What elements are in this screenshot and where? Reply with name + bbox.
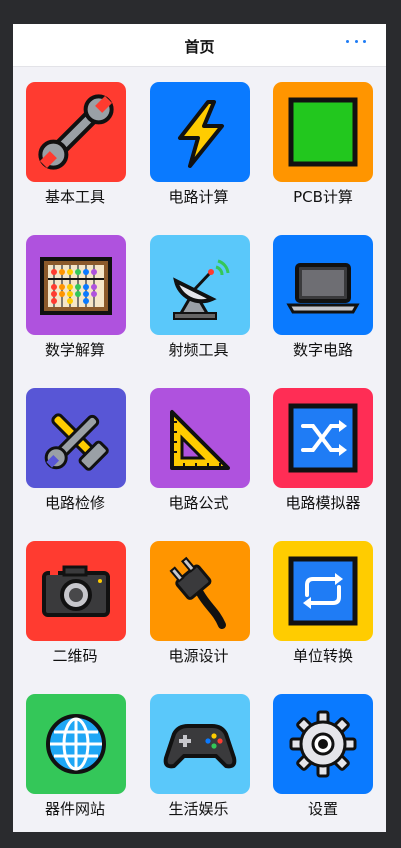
set-square-icon: [170, 410, 230, 470]
app-unit-convert[interactable]: 单位转换: [260, 541, 386, 694]
tile: [150, 694, 250, 794]
app-label: 电路公式: [168, 494, 229, 512]
app-label: 数字电路: [292, 341, 353, 359]
camera-icon: [42, 565, 110, 617]
app-label: 电源设计: [168, 647, 229, 665]
tile: [26, 541, 126, 641]
app-grid: 基本工具 电路计算 PCB计算 数学解算 射频工具 数字电路 电路检修 电路公式…: [13, 82, 386, 832]
gear-icon: [289, 710, 357, 778]
app-label: 器件网站: [44, 800, 105, 818]
square-icon: [288, 97, 358, 167]
tile: [273, 694, 373, 794]
tools-icon: [44, 413, 109, 471]
app-life-entertainment[interactable]: 生活娱乐: [137, 694, 260, 832]
app-digital-circuit[interactable]: 数字电路: [260, 235, 386, 388]
app-pcb-calc[interactable]: PCB计算: [260, 82, 386, 235]
app-label: 生活娱乐: [168, 800, 229, 818]
app-label: 数学解算: [44, 341, 105, 359]
ellipsis-icon: [346, 39, 349, 43]
app-power-design[interactable]: 电源设计: [137, 541, 260, 694]
tile: [273, 388, 373, 488]
power-plug-icon: [169, 556, 226, 629]
nav-bar: 首页: [13, 24, 386, 67]
lightning-icon: [178, 100, 224, 168]
tile: [150, 388, 250, 488]
page-title: 首页: [184, 38, 215, 56]
app-label: 设置: [307, 800, 338, 818]
app-math-solver[interactable]: 数学解算: [13, 235, 137, 388]
tile: [26, 235, 126, 335]
app-label: 二维码: [52, 647, 98, 665]
app-circuit-simulator[interactable]: 电路模拟器: [260, 388, 386, 541]
more-menu-button[interactable]: [346, 34, 366, 48]
app-screen: 首页 基本工具 电路计算 PCB计算 数学解算 射频工具 数字电路 电路检修 电…: [13, 24, 386, 832]
app-label: 电路计算: [168, 188, 229, 206]
shuffle-icon: [288, 403, 358, 473]
app-label: 单位转换: [292, 647, 353, 665]
app-circuit-repair[interactable]: 电路检修: [13, 388, 137, 541]
app-circuit-calc[interactable]: 电路计算: [137, 82, 260, 235]
wrench-icon: [38, 94, 114, 170]
app-settings[interactable]: 设置: [260, 694, 386, 832]
app-label: 电路检修: [44, 494, 105, 512]
app-label: 电路模拟器: [285, 494, 361, 512]
app-rf-tools[interactable]: 射频工具: [137, 235, 260, 388]
tile: [273, 541, 373, 641]
tile: [26, 388, 126, 488]
tile: [150, 235, 250, 335]
app-label: 基本工具: [44, 188, 105, 206]
gamepad-icon: [163, 724, 237, 769]
tile: [273, 235, 373, 335]
abacus-icon: [40, 257, 112, 315]
tile: [26, 694, 126, 794]
tile: [26, 82, 126, 182]
tile: [150, 82, 250, 182]
app-label: PCB计算: [293, 188, 353, 206]
app-device-sites[interactable]: 器件网站: [13, 694, 137, 832]
app-qr-code[interactable]: 二维码: [13, 541, 137, 694]
app-label: 射频工具: [168, 341, 229, 359]
laptop-icon: [286, 263, 360, 314]
app-basic-tools[interactable]: 基本工具: [13, 82, 137, 235]
app-circuit-formula[interactable]: 电路公式: [137, 388, 260, 541]
globe-icon: [46, 714, 106, 774]
satellite-dish-icon: [173, 259, 230, 320]
repeat-icon: [288, 556, 358, 626]
tile: [273, 82, 373, 182]
tile: [150, 541, 250, 641]
